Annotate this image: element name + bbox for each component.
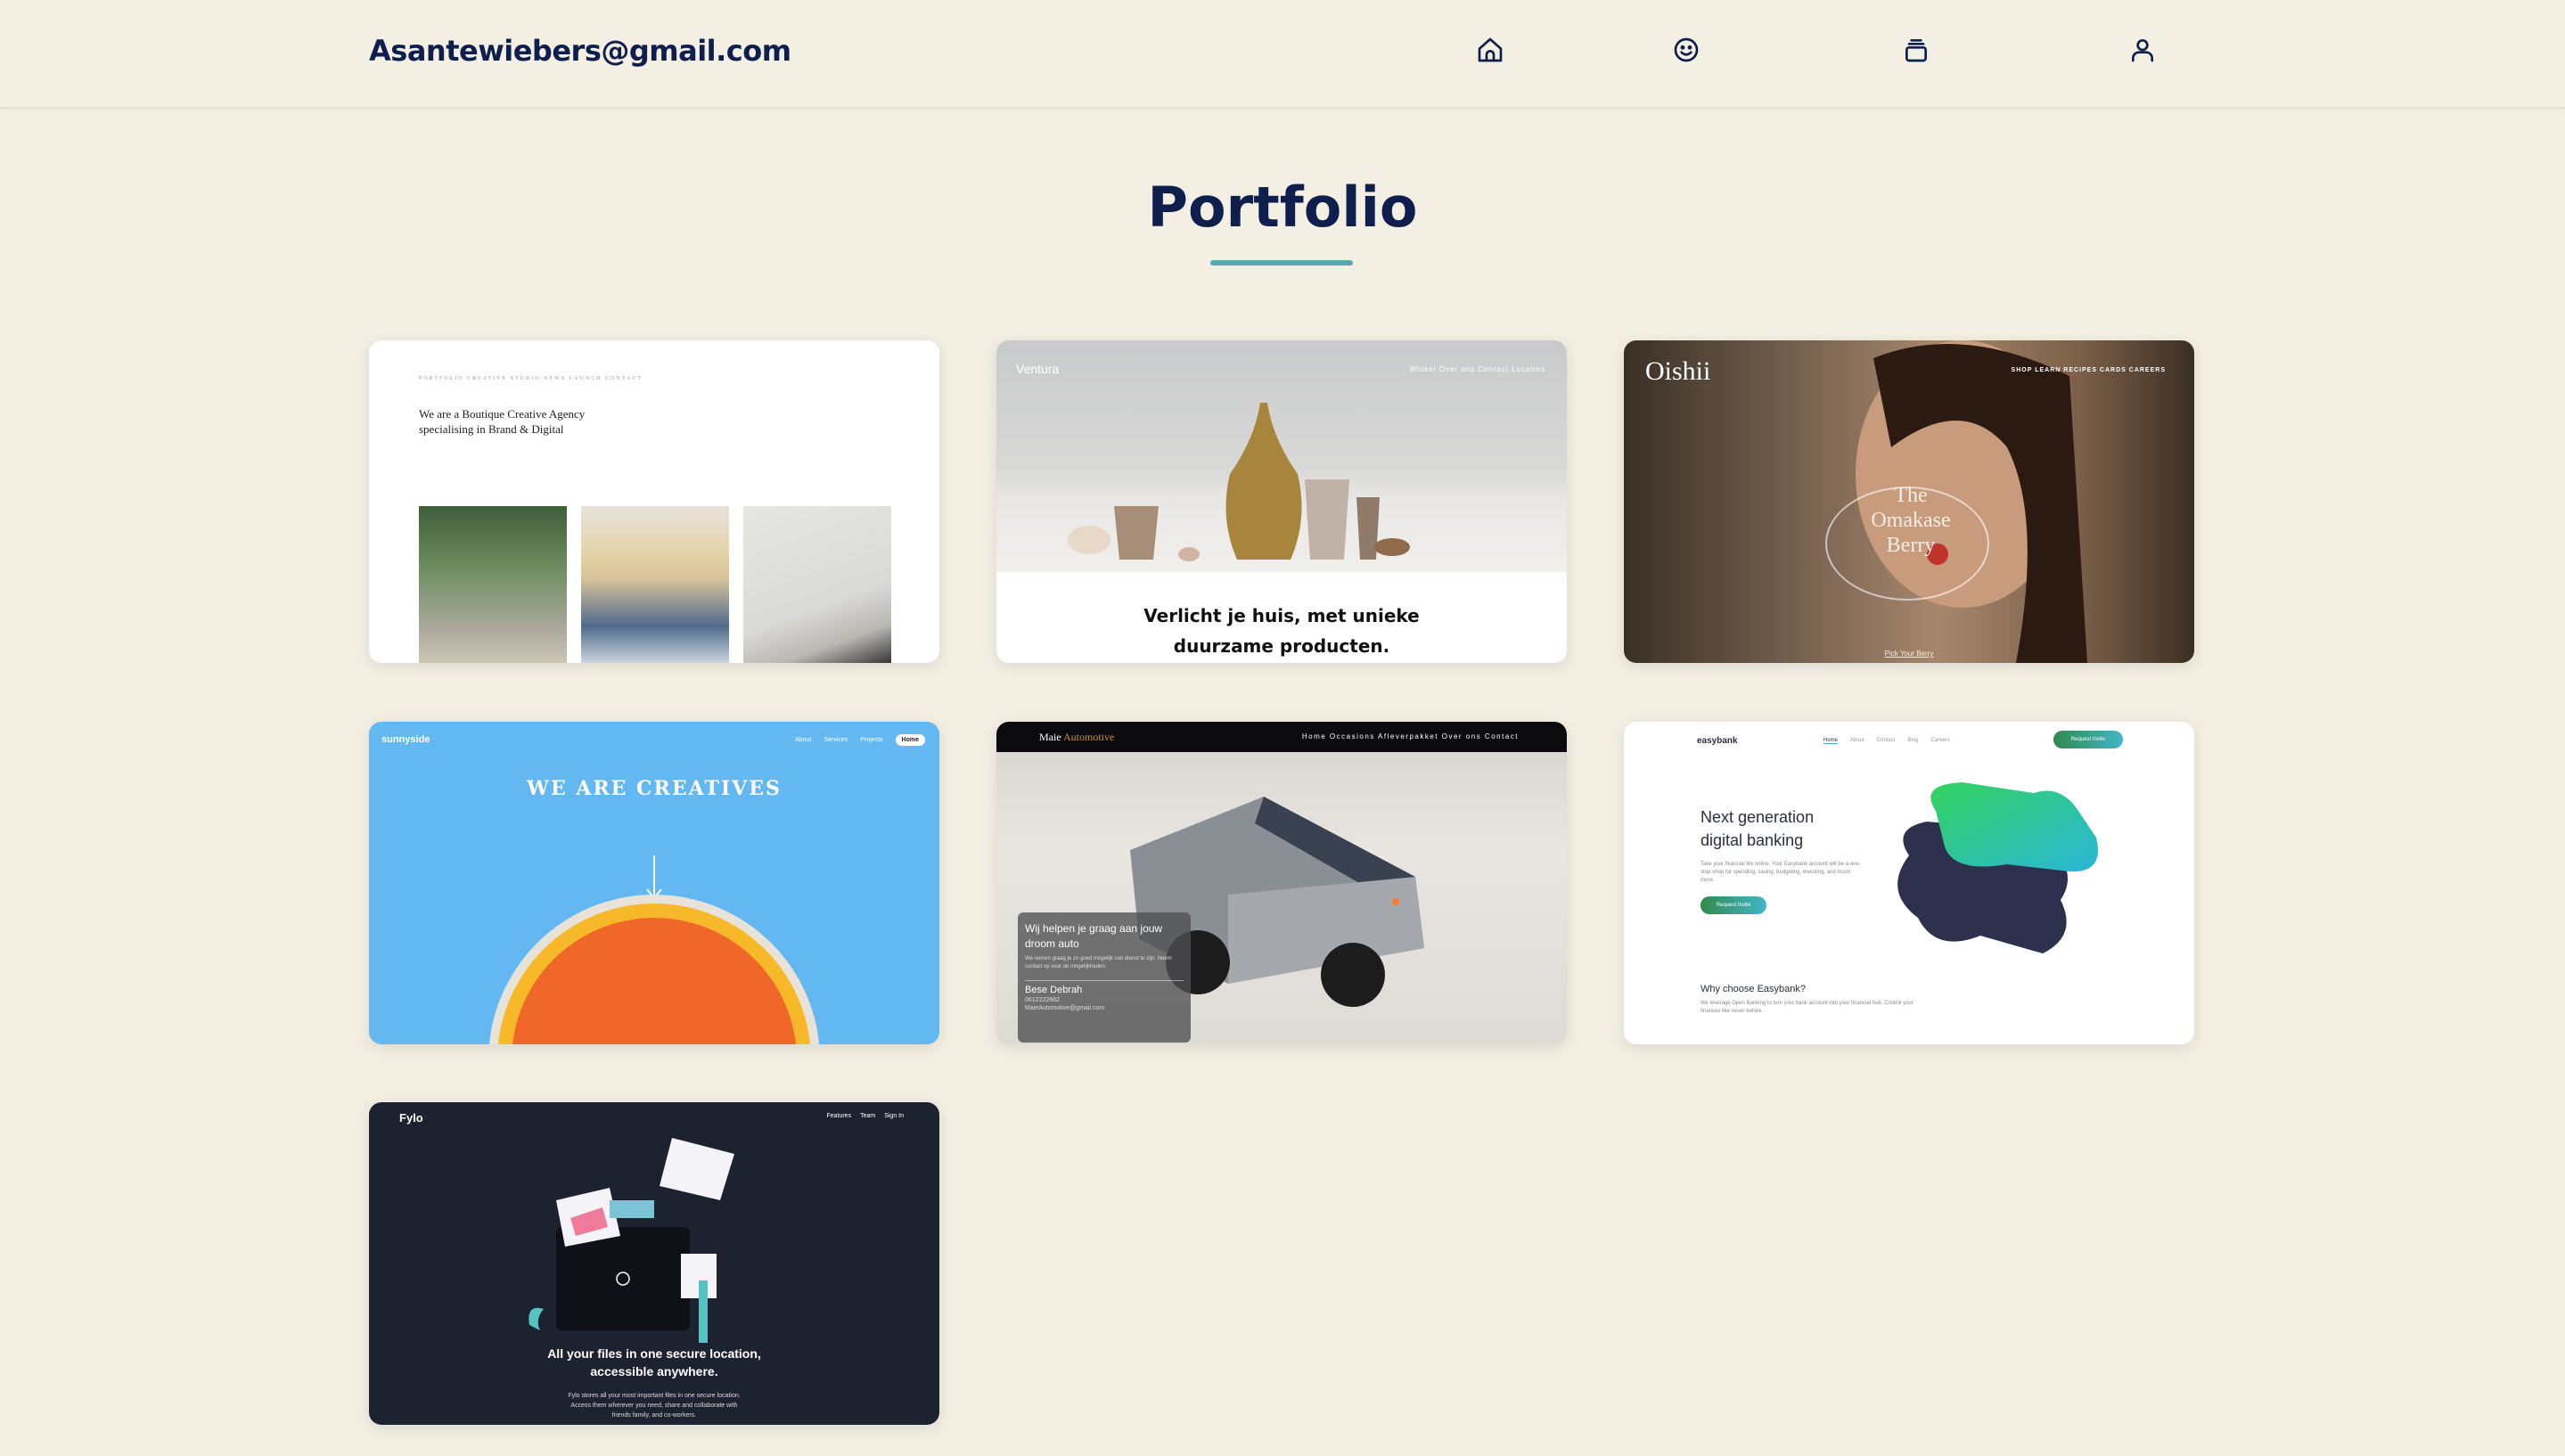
why-heading: Why choose Easybank? [1700,984,1807,994]
nav-signin: Sign In [884,1113,904,1119]
easybank-nav: Home About Contact Blog Careers [1823,738,1950,744]
contact-phone: 0612222882 [1025,997,1060,1003]
fylo-logo: Fylo [399,1111,423,1125]
sunnyside-headline: WE ARE CREATIVES [527,777,782,800]
portfolio-card-ventura[interactable]: Ventura Winkel Over ons Contact Locaties… [996,340,1567,663]
user-icon[interactable] [2125,32,2160,68]
product-photo [743,506,891,663]
files-illustration [529,1138,734,1343]
easybank-text: Take your financial life online. Your Ea… [1700,862,1861,883]
ceramics-hero [996,340,1567,572]
maie-topbar [996,722,1567,752]
smile-icon[interactable] [1668,32,1704,68]
headline-line-2: Omakase [1871,509,1951,532]
oishii-logo: Oishii [1645,356,1711,386]
tagline-line-2: duurzame producten. [1173,635,1390,657]
nav-contact: Contact [1876,738,1896,743]
berry-ring [1825,487,1989,601]
request-invite-button: Request Invite [1700,896,1766,914]
easybank-illustration [1897,782,2098,953]
portfolio-card-easybank[interactable]: easybank Home About Contact Blog Careers… [1624,722,2194,1044]
ventura-tagline: Verlicht je huis, met unieke duurzame pr… [996,601,1567,661]
easybank-logo: easybank [1697,736,1738,746]
nav-blog: Blog [1907,738,1919,743]
panel-text: We nemen graag je zo goed mogelijk van d… [1025,956,1172,969]
nav-about: About [1850,738,1864,743]
nav-projects: Projects [860,737,883,743]
portfolio-card-sunnyside[interactable]: sunnyside About Services Projects Home W… [369,722,939,1044]
headline-line-1: Next generation [1700,808,1815,826]
nav-services: Services [824,737,848,743]
panel-heading: Wij helpen je graag aan jouw droom auto [1025,922,1163,950]
top-navbar: Asantewiebers@gmail.com [0,0,2565,109]
card-nav: PORTFOLIO CREATIVE STUDIO NEWS LAUNCH CO… [419,376,643,381]
nav-features: Features [826,1113,852,1119]
nav-home: Home [1823,738,1839,744]
portfolio-card-oishii[interactable]: Oishii SHOP LEARN RECIPES CARDS CAREERS … [1624,340,2194,663]
logo-part-2: Automotive [1063,731,1115,743]
orange-illustration [488,855,820,1044]
oishii-cta: Pick Your Berry [1884,650,1934,658]
tagline-line-1: Verlicht je huis, met unieke [1143,605,1420,626]
title-underline [1210,260,1353,266]
oishii-headline: The Omakase Berry [1822,483,2000,558]
contact-email: MaieAutomotive@gmail.com [1025,1005,1105,1011]
nav-team: Team [860,1113,876,1119]
stack-icon[interactable] [1898,32,1934,68]
headline-line-3: Berry [1886,534,1936,557]
maie-nav: Home Occasions Afleverpakket Over ons Co… [1301,732,1519,740]
logo-part-1: Maie [1039,731,1061,743]
ceramics-illustration [1068,403,1410,561]
woman-eating-photo [1856,340,2087,663]
easybank-headline: Next generation digital banking [1700,806,1897,852]
page-title: Portfolio [1147,175,1418,240]
contact-name: Bese Debrah [1025,980,1184,995]
portfolio-card-creative-agency[interactable]: PORTFOLIO CREATIVE STUDIO NEWS LAUNCH CO… [369,340,939,663]
maie-logo: Maie Automotive [1039,731,1114,744]
headline-line-2: accessible anywhere. [590,1364,718,1378]
nav-about: About [795,737,812,743]
ventura-nav: Winkel Over ons Contact Locaties [1409,365,1545,373]
portrait-photo [581,506,729,663]
sunnyside-logo: sunnyside [381,734,430,745]
portfolio-card-fylo[interactable]: Fylo Features Team Sign In All your file… [369,1102,939,1425]
cybertruck-photo [1130,797,1424,1007]
interior-photo [419,506,567,663]
headline-line-2: digital banking [1700,831,1804,849]
home-icon[interactable] [1472,32,1508,68]
nav-careers: Careers [1930,738,1950,743]
fylo-text: Fylo stores all your most important file… [568,1393,741,1419]
portfolio-card-maie-automotive[interactable]: Maie Automotive Home Occasions Afleverpa… [996,722,1567,1044]
request-invite-top: Request Invite [2053,731,2123,748]
headline-line-1: The [1894,484,1928,507]
contact-panel: Wij helpen je graag aan jouw droom auto … [1018,912,1191,1043]
sunnyside-nav: About Services Projects Home [795,734,925,746]
brand-email[interactable]: Asantewiebers@gmail.com [369,34,791,68]
headline-line-1: All your files in one secure location, [547,1346,761,1361]
fylo-nav: Features Team Sign In [826,1113,904,1119]
nav-home: Home [895,734,925,746]
fylo-headline: All your files in one secure location, a… [369,1345,939,1380]
why-text: We leverage Open Banking to turn your ba… [1700,1001,1914,1014]
card-headline: We are a Boutique Creative Agency specia… [419,407,586,436]
oishii-nav: SHOP LEARN RECIPES CARDS CAREERS [2011,367,2166,373]
ventura-logo: Ventura [1016,362,1060,376]
